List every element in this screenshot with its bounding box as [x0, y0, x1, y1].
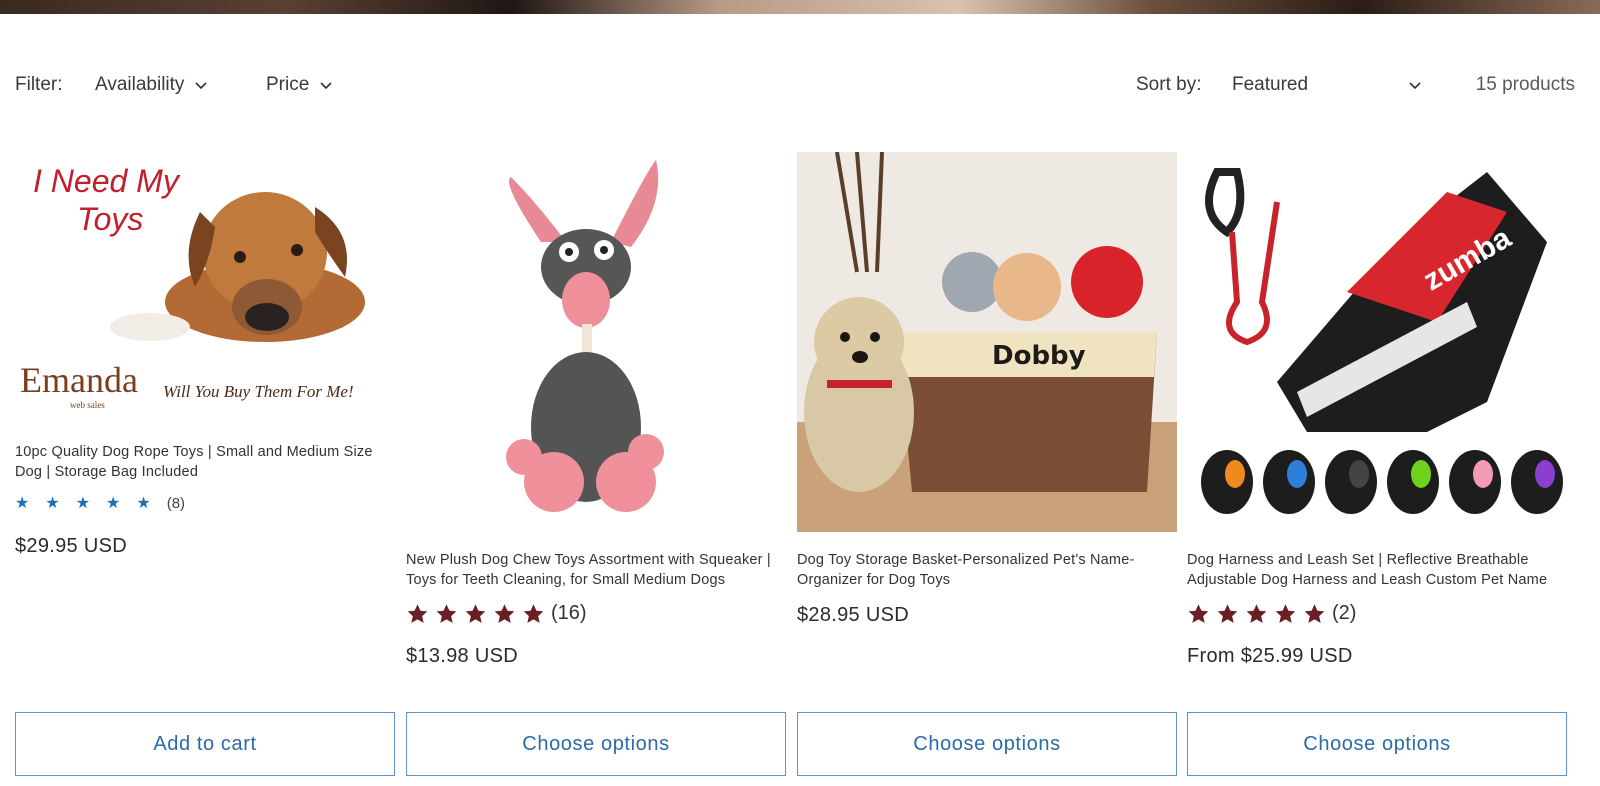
choose-options-button[interactable]: Choose options	[1187, 712, 1567, 776]
chevron-down-icon	[1409, 82, 1421, 90]
chevron-down-icon	[195, 82, 207, 90]
star-icon	[1217, 603, 1238, 623]
star-icon	[1246, 603, 1267, 623]
rating-count: (16)	[551, 602, 587, 624]
product-card: I Need My Toys Emanda web sales Will You…	[15, 152, 395, 782]
hero-banner-strip	[0, 0, 1600, 14]
choose-options-button[interactable]: Choose options	[406, 712, 786, 776]
product-card: zumba Dog Harness and Leash Set | Reflec…	[1187, 152, 1567, 782]
product-price: From $25.99 USD	[1187, 645, 1353, 667]
plush-donkey-image	[406, 152, 786, 532]
price-label: Price	[266, 74, 310, 95]
product-image[interactable]: zumba	[1187, 152, 1567, 532]
star-icon: ★	[45, 495, 60, 512]
star-icon	[1304, 603, 1325, 623]
star-icon	[494, 603, 515, 623]
product-image[interactable]: Dobby	[797, 152, 1177, 532]
product-rating: (16)	[406, 602, 587, 625]
dog-toys-ad-image: I Need My Toys Emanda web sales Will You…	[15, 152, 395, 422]
product-price: $29.95 USD	[15, 535, 127, 557]
ad-brand-sub: web sales	[70, 400, 105, 410]
harness-leash-image: zumba	[1187, 152, 1567, 532]
sort-value: Featured	[1232, 74, 1309, 95]
availability-label: Availability	[95, 74, 185, 95]
star-icon: ★	[136, 495, 151, 512]
product-price: $13.98 USD	[406, 645, 518, 667]
product-title[interactable]: 10pc Quality Dog Rope Toys | Small and M…	[15, 442, 395, 482]
rating-count: (8)	[166, 494, 186, 512]
star-icon	[436, 603, 457, 623]
product-price: $28.95 USD	[797, 604, 909, 626]
product-title[interactable]: Dog Harness and Leash Set | Reflective B…	[1187, 550, 1567, 590]
product-image[interactable]	[406, 152, 786, 532]
star-icon	[407, 603, 428, 623]
product-grid: I Need My Toys Emanda web sales Will You…	[15, 152, 1576, 782]
basket-name: Dobby	[992, 341, 1086, 371]
product-card: Dobby Dog Toy Storage Basket-Personalize…	[797, 152, 1177, 782]
choose-options-button[interactable]: Choose options	[797, 712, 1177, 776]
product-title[interactable]: Dog Toy Storage Basket-Personalized Pet'…	[797, 550, 1177, 590]
star-icon	[523, 603, 544, 623]
product-rating: ★ ★ ★ ★ ★ (8)	[15, 493, 185, 513]
availability-filter-dropdown[interactable]: Availability	[95, 74, 208, 96]
star-icon: ★	[106, 495, 121, 512]
chevron-down-icon	[320, 82, 332, 90]
star-icon: ★	[15, 495, 30, 512]
sort-select[interactable]: Featured	[1232, 74, 1422, 96]
product-rating: (2)	[1187, 602, 1356, 625]
ad-tagline: Will You Buy Them For Me!	[163, 382, 354, 401]
ad-headline-2: Toys	[77, 201, 143, 237]
star-icon	[1275, 603, 1296, 623]
add-to-cart-button[interactable]: Add to cart	[15, 712, 395, 776]
product-card: New Plush Dog Chew Toys Assortment with …	[406, 152, 786, 782]
product-count: 15 products	[1475, 74, 1575, 95]
product-title[interactable]: New Plush Dog Chew Toys Assortment with …	[406, 550, 786, 590]
star-icon	[465, 603, 486, 623]
rating-count: (2)	[1332, 602, 1357, 624]
star-icon: ★	[75, 495, 91, 512]
product-image[interactable]: I Need My Toys Emanda web sales Will You…	[15, 152, 395, 422]
ad-brand: Emanda	[20, 360, 138, 400]
storage-basket-image: Dobby	[797, 152, 1177, 532]
star-icon	[1188, 603, 1209, 623]
sort-label: Sort by:	[1136, 74, 1202, 95]
filter-label: Filter:	[15, 74, 63, 95]
ad-headline-1: I Need My	[33, 163, 181, 199]
filter-bar: Filter: Availability Price Sort by: Feat…	[0, 66, 1600, 106]
price-filter-dropdown[interactable]: Price	[266, 74, 333, 96]
